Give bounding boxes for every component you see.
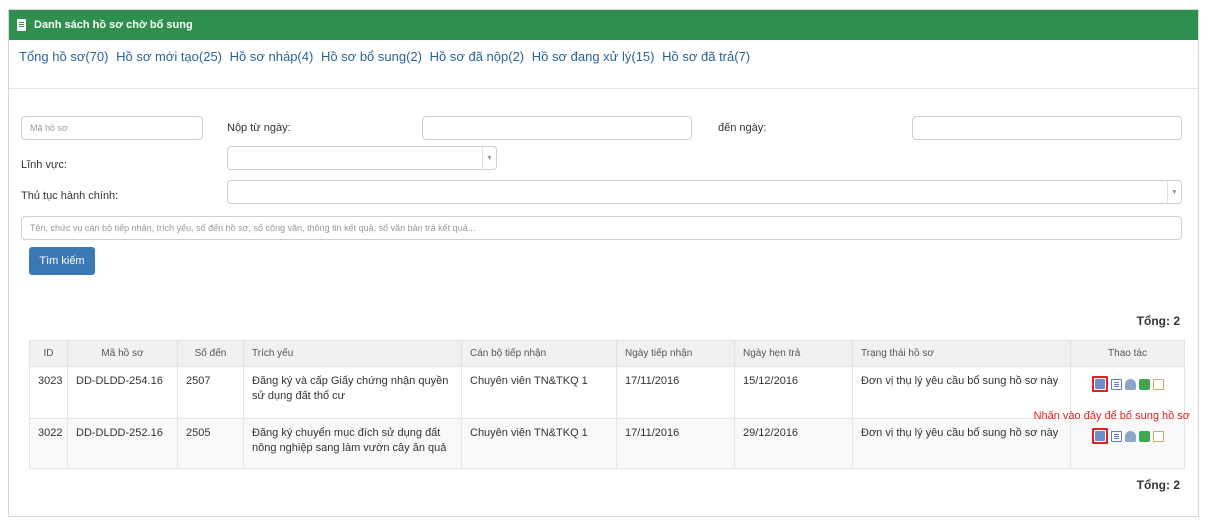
panel-header: Danh sách hồ sơ chờ bổ sung bbox=[9, 10, 1198, 40]
tab-submitted[interactable]: Hồ sơ đã nộp(2) bbox=[430, 49, 525, 64]
to-date-label: đến ngày: bbox=[718, 122, 767, 134]
cell-received: 17/11/2016 bbox=[616, 366, 735, 419]
chevron-down-icon: ▼ bbox=[1167, 181, 1181, 203]
cell-summary: Đăng ký chuyển mục đích sử dụng đất nông… bbox=[243, 418, 462, 469]
col-status: Trạng thái hồ sơ bbox=[852, 340, 1071, 367]
cell-due: 15/12/2016 bbox=[734, 366, 853, 419]
code-input[interactable]: Mã hồ sơ bbox=[21, 116, 203, 140]
cell-id: 3023 bbox=[29, 366, 68, 419]
cell-code: DD-DLDD-254.16 bbox=[67, 366, 178, 419]
cell-status: Đơn vị thụ lý yêu cầu bổ sung hồ sơ này bbox=[852, 418, 1071, 469]
document-icon bbox=[17, 19, 26, 31]
divider bbox=[9, 88, 1198, 89]
cell-number: 2507 bbox=[177, 366, 244, 419]
total-count-top: Tổng: 2 bbox=[1136, 314, 1180, 328]
col-summary: Trích yếu bbox=[243, 340, 462, 367]
field-select[interactable]: ▼ bbox=[227, 146, 497, 170]
list-icon[interactable] bbox=[1110, 378, 1122, 390]
from-date-label: Nộp từ ngày: bbox=[227, 122, 291, 134]
from-date-input[interactable] bbox=[422, 116, 692, 140]
procedure-select[interactable]: ▼ bbox=[227, 180, 1182, 204]
tab-all[interactable]: Tổng hồ sơ(70) bbox=[19, 49, 108, 64]
col-number: Số đến bbox=[177, 340, 244, 367]
field-label: Lĩnh vực: bbox=[21, 159, 67, 171]
print-icon[interactable] bbox=[1124, 430, 1136, 442]
supplement-icon[interactable] bbox=[1091, 428, 1108, 444]
cell-code: DD-DLDD-252.16 bbox=[67, 418, 178, 469]
cell-summary: Đăng ký và cấp Giấy chứng nhận quyền sử … bbox=[243, 366, 462, 419]
tab-new[interactable]: Hồ sơ mới tạo(25) bbox=[116, 49, 222, 64]
documents-table: ID Mã hồ sơ Số đến Trích yếu Cán bộ tiếp… bbox=[29, 340, 1185, 469]
total-count-bottom: Tổng: 2 bbox=[1136, 478, 1180, 492]
chevron-down-icon: ▼ bbox=[482, 147, 496, 169]
panel-title: Danh sách hồ sơ chờ bổ sung bbox=[34, 19, 193, 31]
search-button[interactable]: Tìm kiếm bbox=[29, 247, 95, 275]
pending-documents-panel: Danh sách hồ sơ chờ bổ sung Tổng hồ sơ(7… bbox=[8, 9, 1199, 517]
tab-processing[interactable]: Hồ sơ đang xử lý(15) bbox=[532, 49, 655, 64]
word-doc-icon[interactable] bbox=[1138, 430, 1150, 442]
file-icon[interactable] bbox=[1152, 430, 1164, 442]
table-header: ID Mã hồ sơ Số đến Trích yếu Cán bộ tiếp… bbox=[29, 340, 1185, 367]
col-received: Ngày tiếp nhận bbox=[616, 340, 735, 367]
cell-number: 2505 bbox=[177, 418, 244, 469]
procedure-label: Thủ tục hành chính: bbox=[21, 190, 119, 202]
table-row: 3022 DD-DLDD-252.16 2505 Đăng ký chuyển … bbox=[29, 418, 1185, 469]
cell-due: 29/12/2016 bbox=[734, 418, 853, 469]
tab-returned[interactable]: Hồ sơ đã trả(7) bbox=[662, 49, 750, 64]
code-placeholder: Mã hồ sơ bbox=[30, 123, 68, 133]
word-doc-icon[interactable] bbox=[1138, 378, 1150, 390]
keyword-input[interactable]: Tên, chức vụ cán bộ tiếp nhận, trích yếu… bbox=[21, 216, 1182, 240]
status-tabs: Tổng hồ sơ(70) Hồ sơ mới tạo(25) Hồ sơ n… bbox=[19, 49, 754, 64]
col-id: ID bbox=[29, 340, 68, 367]
keyword-placeholder: Tên, chức vụ cán bộ tiếp nhận, trích yếu… bbox=[30, 223, 476, 233]
list-icon[interactable] bbox=[1110, 430, 1122, 442]
supplement-hint: Nhấn vào đây để bổ sung hồ sơ bbox=[1033, 410, 1190, 422]
cell-received: 17/11/2016 bbox=[616, 418, 735, 469]
cell-officer: Chuyên viên TN&TKQ 1 bbox=[461, 418, 617, 469]
col-code: Mã hồ sơ bbox=[67, 340, 178, 367]
cell-actions bbox=[1070, 418, 1185, 469]
print-icon[interactable] bbox=[1124, 378, 1136, 390]
col-actions: Thao tác bbox=[1070, 340, 1185, 367]
col-due: Ngày hẹn trả bbox=[734, 340, 853, 367]
file-icon[interactable] bbox=[1152, 378, 1164, 390]
col-officer: Cán bộ tiếp nhận bbox=[461, 340, 617, 367]
cell-id: 3022 bbox=[29, 418, 68, 469]
tab-draft[interactable]: Hồ sơ nháp(4) bbox=[230, 49, 314, 64]
cell-officer: Chuyên viên TN&TKQ 1 bbox=[461, 366, 617, 419]
table-row: 3023 DD-DLDD-254.16 2507 Đăng ký và cấp … bbox=[29, 366, 1185, 419]
tab-supplement[interactable]: Hồ sơ bổ sung(2) bbox=[321, 49, 422, 64]
supplement-icon[interactable] bbox=[1091, 376, 1108, 392]
to-date-input[interactable] bbox=[912, 116, 1182, 140]
search-button-label: Tìm kiếm bbox=[39, 255, 85, 267]
